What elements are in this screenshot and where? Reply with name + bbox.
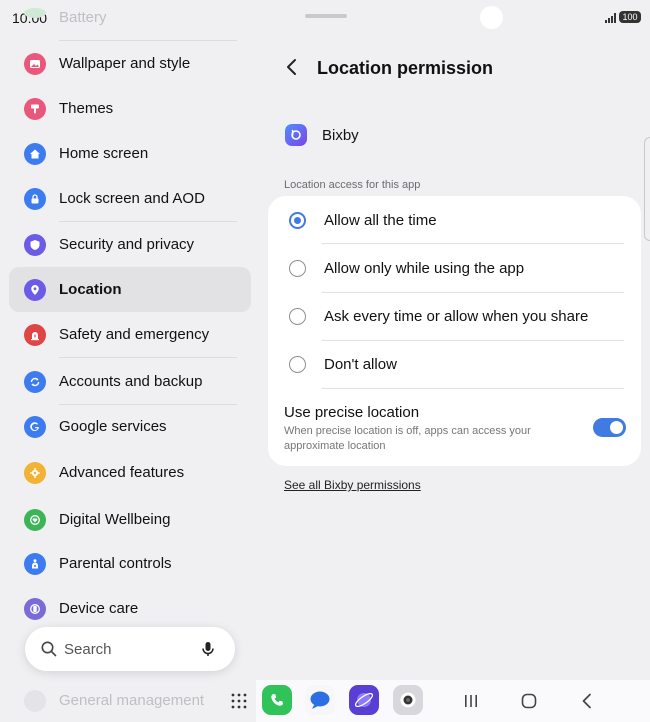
radio-button[interactable]: [289, 259, 306, 277]
page-title: Location permission: [317, 58, 494, 78]
settings-item-label: Parental controls: [59, 555, 172, 572]
precise-location-toggle[interactable]: [593, 418, 626, 437]
gear-icon: [24, 461, 46, 484]
battery-item-icon: [24, 8, 46, 18]
settings-item-label: Advanced features: [59, 464, 185, 481]
settings-item-advanced[interactable]: Advanced features: [9, 450, 251, 495]
settings-item-label: Google services: [59, 418, 167, 435]
sync-icon: [24, 370, 46, 393]
settings-item-label: Wallpaper and style: [59, 55, 191, 72]
taskbar: [0, 680, 650, 722]
precise-location-title[interactable]: Use precise location: [284, 404, 419, 421]
settings-item-label: Accounts and backup: [59, 373, 203, 390]
precise-location-description: When precise location is off, apps can a…: [284, 425, 531, 452]
signal-icon: [605, 13, 616, 23]
battery-icon: 100: [619, 11, 641, 23]
device-care-icon: [24, 597, 46, 620]
option-label: Ask every time or allow when you share: [324, 307, 589, 325]
search-input[interactable]: Search: [64, 641, 199, 658]
radio-button[interactable]: [289, 355, 306, 373]
option-allow-all-the-time[interactable]: Allow all the time: [268, 196, 641, 244]
divider: [322, 388, 624, 389]
option-allow-while-using[interactable]: Allow only while using the app: [268, 244, 641, 292]
home-icon: [24, 142, 46, 165]
settings-item-label: Security and privacy: [59, 236, 195, 253]
option-dont-allow[interactable]: Don't allow: [268, 340, 641, 388]
settings-item-label: Lock screen and AOD: [59, 190, 205, 207]
section-header: Location access for this app: [284, 179, 421, 191]
option-label: Allow only while using the app: [324, 259, 525, 277]
bixby-icon: [285, 124, 307, 146]
settings-item-google[interactable]: Google services: [9, 404, 251, 449]
settings-item-label: Themes: [59, 100, 114, 117]
home-nav-icon[interactable]: [518, 690, 540, 712]
microphone-icon[interactable]: [199, 640, 217, 658]
option-ask-every-time[interactable]: Ask every time or allow when you share: [268, 292, 641, 340]
settings-item-wallpaper[interactable]: Wallpaper and style: [9, 41, 251, 86]
wellbeing-icon: [24, 508, 46, 531]
settings-item-label: Location: [59, 281, 122, 298]
settings-item-safety[interactable]: Safety and emergency: [9, 312, 251, 357]
camera-cutout: [480, 6, 503, 29]
back-nav-icon[interactable]: [576, 690, 598, 712]
settings-item-label: Device care: [59, 600, 139, 617]
lock-icon: [24, 187, 46, 210]
settings-item-location[interactable]: Location: [9, 267, 251, 312]
settings-item-accounts[interactable]: Accounts and backup: [9, 359, 251, 404]
settings-item-parental[interactable]: Parental controls: [9, 541, 251, 586]
settings-item-home-screen[interactable]: Home screen: [9, 131, 251, 176]
radio-button[interactable]: [289, 307, 306, 325]
back-button[interactable]: [280, 55, 304, 79]
settings-item-battery[interactable]: Battery: [59, 9, 107, 26]
internet-icon[interactable]: [349, 685, 379, 715]
phone-icon[interactable]: [262, 685, 292, 715]
settings-list: Battery Wallpaper and style Themes Home …: [0, 0, 260, 722]
window-handle[interactable]: [305, 14, 347, 18]
settings-item-label: Safety and emergency: [59, 326, 210, 343]
radio-button-selected[interactable]: [289, 211, 306, 229]
settings-item-device-care[interactable]: Device care: [9, 586, 251, 631]
edge-panel-handle[interactable]: [644, 137, 650, 241]
see-all-permissions-link[interactable]: See all Bixby permissions: [284, 478, 421, 492]
chevron-left-icon: [287, 59, 296, 75]
search-icon: [41, 641, 57, 657]
settings-item-themes[interactable]: Themes: [9, 86, 251, 131]
settings-item-wellbeing[interactable]: Digital Wellbeing: [9, 497, 251, 542]
recents-icon[interactable]: [460, 690, 482, 712]
settings-item-security[interactable]: Security and privacy: [9, 222, 251, 267]
location-pin-icon: [24, 278, 46, 301]
apps-grid-icon[interactable]: [230, 692, 248, 710]
search-bar[interactable]: Search: [25, 627, 235, 671]
emergency-icon: [24, 323, 46, 346]
app-name: Bixby: [322, 127, 359, 144]
shield-icon: [24, 233, 46, 256]
settings-item-lock-screen[interactable]: Lock screen and AOD: [9, 176, 251, 221]
google-icon: [24, 415, 46, 438]
messages-icon[interactable]: [305, 685, 335, 715]
settings-item-label: Home screen: [59, 145, 149, 162]
settings-item-label: Digital Wellbeing: [59, 511, 171, 528]
option-label: Allow all the time: [324, 211, 437, 229]
camera-icon[interactable]: [393, 685, 423, 715]
wallpaper-icon: [24, 52, 46, 75]
divider: [59, 357, 237, 358]
themes-icon: [24, 97, 46, 120]
location-access-card: Allow all the time Allow only while usin…: [268, 196, 641, 466]
parental-icon: [24, 552, 46, 575]
option-label: Don't allow: [324, 355, 397, 373]
